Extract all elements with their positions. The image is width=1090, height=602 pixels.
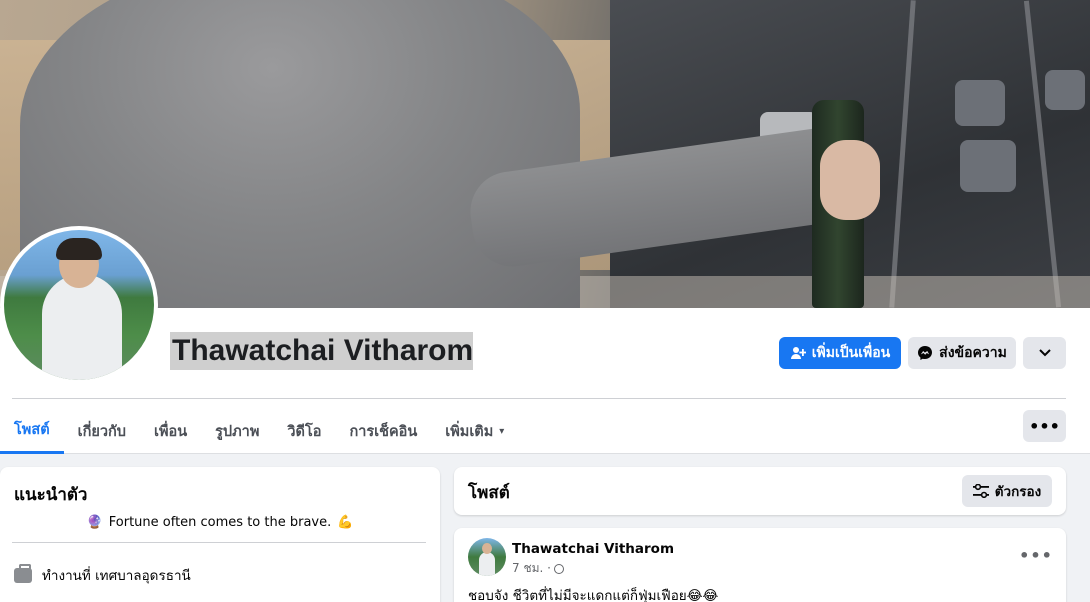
crystal-ball-icon: 🔮 bbox=[86, 515, 103, 530]
add-friend-button[interactable]: เพิ่มเป็นเพื่อน bbox=[779, 337, 901, 369]
posts-header-card: โพสต์ ตัวกรอง bbox=[454, 467, 1066, 515]
tab-about[interactable]: เกี่ยวกับ bbox=[64, 408, 140, 454]
tab-label: โพสต์ bbox=[14, 422, 50, 438]
globe-icon bbox=[553, 563, 564, 574]
post-menu-button[interactable]: ••• bbox=[1019, 542, 1053, 568]
cover-hand bbox=[820, 140, 880, 220]
post-author[interactable]: Thawatchai Vitharom bbox=[512, 541, 674, 557]
header-divider bbox=[12, 398, 1066, 399]
tab-photos[interactable]: รูปภาพ bbox=[201, 408, 273, 454]
tab-label: เพื่อน bbox=[153, 423, 188, 440]
cover-car bbox=[960, 140, 1016, 192]
cover-photo[interactable] bbox=[0, 0, 1090, 308]
profile-header: Thawatchai Vitharom เพิ่มเป็นเพื่อน ส่งข… bbox=[0, 308, 1090, 454]
filter-icon bbox=[972, 484, 989, 498]
tab-label: เกี่ยวกับ bbox=[77, 423, 126, 440]
profile-tabs: โพสต์ เกี่ยวกับ เพื่อน รูปภาพ วิดีโอ การ… bbox=[0, 408, 518, 454]
tab-label: เพิ่มเติม bbox=[445, 423, 494, 440]
posts-title: โพสต์ bbox=[468, 483, 510, 503]
tab-label: รูปภาพ bbox=[215, 423, 260, 440]
briefcase-icon bbox=[14, 563, 32, 583]
chevron-down-icon bbox=[1038, 349, 1051, 357]
tab-label: การเช็คอิน bbox=[349, 423, 418, 440]
add-friend-label: เพิ่มเป็นเพื่อน bbox=[811, 345, 891, 361]
more-dots-icon: ••• bbox=[1019, 545, 1053, 565]
tab-friends[interactable]: เพื่อน bbox=[140, 408, 201, 454]
profile-picture[interactable] bbox=[0, 226, 158, 384]
filter-button[interactable]: ตัวกรอง bbox=[962, 475, 1052, 507]
tab-label: วิดีโอ bbox=[287, 423, 322, 440]
intro-divider bbox=[12, 542, 426, 543]
add-friend-icon bbox=[790, 345, 806, 361]
intro-title: แนะนำตัว bbox=[14, 485, 88, 505]
post-meta: 7 ชม. · bbox=[512, 559, 564, 578]
post-text: ชอบจัง ชีวิตที่ไม่มีจะแดกแต่ก็ฟุ่มเฟือย😂… bbox=[468, 588, 719, 602]
caret-down-icon: ▾ bbox=[499, 425, 505, 437]
tab-more[interactable]: เพิ่มเติม ▾ bbox=[431, 408, 518, 454]
avatar-head bbox=[482, 543, 492, 554]
message-button[interactable]: ส่งข้อความ bbox=[908, 337, 1016, 369]
flexed-arm-icon: 💪 bbox=[337, 515, 354, 530]
avatar-hair bbox=[56, 238, 102, 260]
tab-videos[interactable]: วิดีโอ bbox=[273, 408, 335, 454]
profile-name: Thawatchai Vitharom bbox=[170, 332, 474, 370]
message-label: ส่งข้อความ bbox=[939, 345, 1007, 361]
post-time[interactable]: 7 ชม. · bbox=[512, 559, 551, 578]
more-dots-icon: ••• bbox=[1029, 416, 1060, 436]
work-item: ทำงานที่ เทศบาลอุดรธานี bbox=[14, 563, 191, 586]
tabs-more-button[interactable]: ••• bbox=[1023, 410, 1066, 442]
more-actions-button[interactable] bbox=[1023, 337, 1066, 369]
filter-label: ตัวกรอง bbox=[994, 484, 1042, 500]
bio: 🔮 Fortune often comes to the brave. 💪 bbox=[0, 515, 440, 530]
tab-posts[interactable]: โพสต์ bbox=[0, 408, 64, 454]
avatar-body bbox=[479, 552, 495, 576]
cover-car bbox=[955, 80, 1005, 126]
messenger-icon bbox=[917, 345, 933, 361]
avatar bbox=[4, 230, 154, 380]
intro-card: แนะนำตัว 🔮 Fortune often comes to the br… bbox=[0, 467, 440, 602]
post-avatar[interactable] bbox=[468, 538, 506, 576]
bio-text: Fortune often comes to the brave. bbox=[108, 515, 332, 530]
cover-car bbox=[1045, 70, 1085, 110]
post-card: Thawatchai Vitharom 7 ชม. · ••• ชอบจัง ช… bbox=[454, 528, 1066, 602]
tab-checkins[interactable]: การเช็คอิน bbox=[335, 408, 431, 454]
work-text[interactable]: ทำงานที่ เทศบาลอุดรธานี bbox=[42, 564, 191, 586]
avatar-body bbox=[42, 274, 122, 380]
